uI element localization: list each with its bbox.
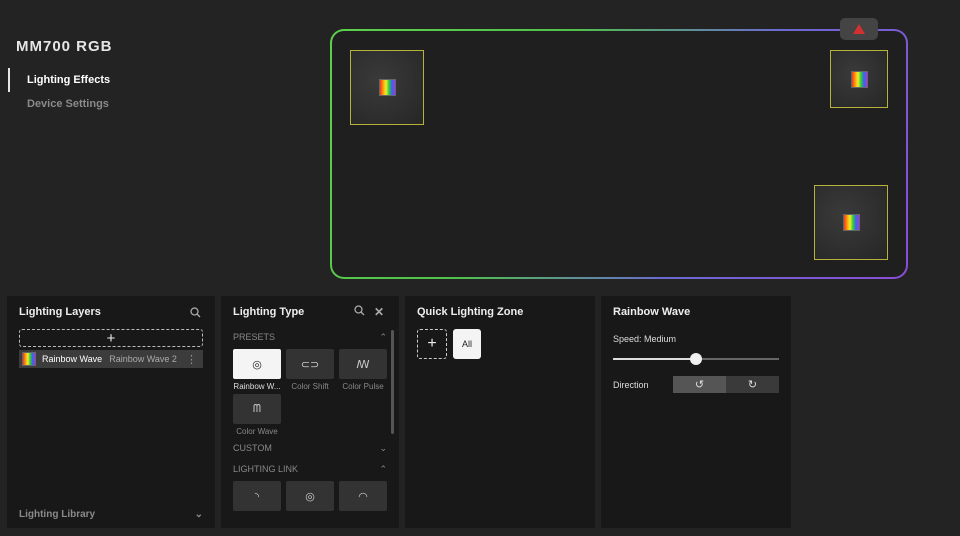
search-icon[interactable] [352,305,368,316]
rainbow-effect-icon [842,214,860,231]
preset-label: Color Wave [236,427,278,436]
mousepad-preview [330,29,908,279]
rainbow-effect-icon [378,79,396,96]
custom-label: CUSTOM [233,443,272,453]
preset-color-shift[interactable]: ⊂⊃ Color Shift [286,349,334,394]
chevron-down-icon: ⌄ [194,509,203,520]
preset-color-wave[interactable]: ᗰ Color Wave [233,394,281,439]
zone-all-button[interactable]: All [453,329,481,359]
speed-slider[interactable] [613,353,779,365]
lighting-type-title: Lighting Type [233,306,305,318]
lighting-zone-3[interactable] [814,185,888,260]
side-nav: Lighting Effects Device Settings [8,68,110,116]
preset-label: Color Pulse [342,382,384,391]
device-title: MM700 RGB [16,38,113,55]
link-effect-icon[interactable]: ◠ [339,481,387,511]
preset-color-pulse[interactable]: ꟿ Color Pulse [339,349,387,394]
direction-toggle: ↺ ↻ [673,376,779,393]
color-shift-icon: ⊂⊃ [286,349,334,379]
rainbow-wave-title: Rainbow Wave [613,306,691,318]
rainbow-wave-icon: ◎ [233,349,281,379]
presets-label: PRESETS [233,332,276,342]
rainbow-layer-icon [22,352,36,366]
direction-label: Direction [613,379,649,390]
preset-label: Rainbow W... [233,382,281,391]
link-effect-icon[interactable]: ◝ [233,481,281,511]
lighting-zone-1[interactable] [350,50,424,125]
lighting-link-section-header[interactable]: LIGHTING LINK ⌃ [233,460,387,478]
lighting-library-toggle[interactable]: Lighting Library ⌄ [19,509,203,520]
link-effect-icon[interactable]: ◎ [286,481,334,511]
scrollbar[interactable] [391,330,394,434]
preset-rainbow-wave[interactable]: ◎ Rainbow W... [233,349,281,394]
quick-zone-title: Quick Lighting Zone [417,306,524,318]
add-layer-button[interactable]: + [19,329,203,347]
slider-fill [613,358,696,360]
layer-subtitle: Rainbow Wave 2 [109,354,177,364]
rotate-right-icon[interactable]: ↻ [726,376,779,393]
nav-lighting-effects[interactable]: Lighting Effects [8,68,110,92]
lighting-layers-panel: Lighting Layers + Rainbow Wave Rainbow W… [7,296,215,528]
chevron-down-icon: ⌄ [379,442,387,453]
lighting-library-label: Lighting Library [19,509,96,520]
brand-logo-icon [840,18,878,40]
add-zone-button[interactable]: + [417,329,447,359]
close-icon[interactable]: ✕ [371,305,387,319]
rotate-left-icon[interactable]: ↺ [673,376,726,393]
search-icon[interactable] [187,306,203,318]
chevron-up-icon: ⌃ [379,331,387,342]
lighting-link-label: LIGHTING LINK [233,464,299,474]
layer-name: Rainbow Wave [42,354,103,364]
nav-device-settings[interactable]: Device Settings [8,92,110,116]
lighting-zone-2[interactable] [830,50,888,108]
lighting-layers-title: Lighting Layers [19,306,101,318]
lighting-link-grid: ◝ ◎ ◠ [233,481,387,511]
slider-thumb[interactable] [690,353,702,365]
presets-grid: ◎ Rainbow W... ⊂⊃ Color Shift ꟿ Color Pu… [233,349,387,439]
presets-section-header[interactable]: PRESETS ⌃ [233,328,387,346]
chevron-up-icon: ⌃ [379,463,387,474]
lighting-type-panel: Lighting Type ✕ PRESETS ⌃ ◎ Rainbow W...… [221,296,399,528]
preset-label: Color Shift [291,382,329,391]
speed-label: Speed: Medium [613,334,677,344]
rainbow-effect-icon [850,70,868,88]
layer-row[interactable]: Rainbow Wave Rainbow Wave 2 ⋮ [19,350,203,368]
custom-section-header[interactable]: CUSTOM ⌄ [233,439,387,457]
more-options-icon[interactable]: ⋮ [186,353,197,366]
rainbow-wave-panel: Rainbow Wave Speed: Medium Direction ↺ ↻ [601,296,791,528]
color-pulse-icon: ꟿ [339,349,387,379]
quick-lighting-zone-panel: Quick Lighting Zone + All [405,296,595,528]
color-wave-icon: ᗰ [233,394,281,424]
